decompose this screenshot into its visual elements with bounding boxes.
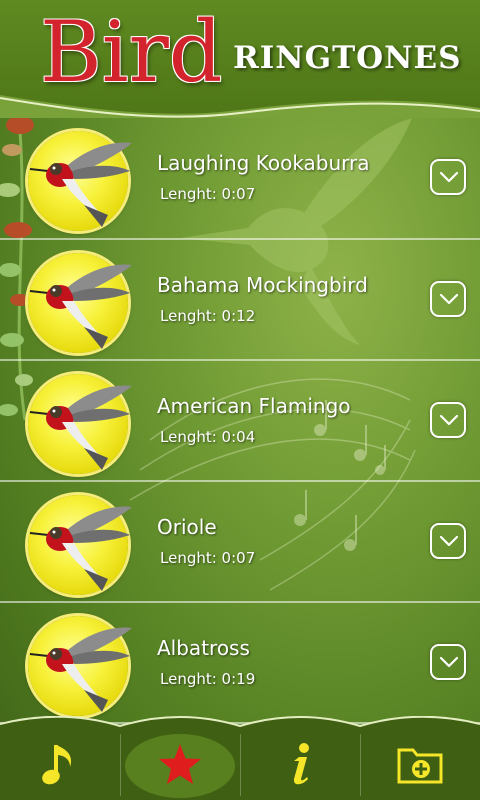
tab-add-folder[interactable] <box>360 728 480 800</box>
chevron-down-icon <box>439 656 459 668</box>
chevron-down-icon <box>439 414 459 426</box>
expand-button[interactable] <box>430 159 466 195</box>
hummingbird-avatar-icon <box>28 495 132 595</box>
ringtone-length: Lenght: 0:07 <box>160 549 256 567</box>
ringtone-row[interactable]: American Flamingo Lenght: 0:04 <box>0 361 480 482</box>
hummingbird-avatar-icon <box>28 131 132 231</box>
app-logo-bird: Bird <box>40 3 223 101</box>
expand-button[interactable] <box>430 523 466 559</box>
ringtone-title: American Flamingo <box>157 394 351 418</box>
chevron-down-icon <box>439 535 459 547</box>
ringtone-title: Oriole <box>157 515 217 539</box>
ringtone-title: Laughing Kookaburra <box>157 151 370 175</box>
bottom-navigation <box>0 716 480 800</box>
ringtone-list: Laughing Kookaburra Lenght: 0:07 Bahama … <box>0 118 480 724</box>
ringtone-row[interactable]: Laughing Kookaburra Lenght: 0:07 <box>0 118 480 240</box>
chevron-down-icon <box>439 293 459 305</box>
tab-info[interactable] <box>240 728 360 800</box>
expand-button[interactable] <box>430 281 466 317</box>
ringtone-row[interactable]: Bahama Mockingbird Lenght: 0:12 <box>0 240 480 361</box>
ringtone-length: Lenght: 0:07 <box>160 185 256 203</box>
ringtone-row[interactable]: Oriole Lenght: 0:07 <box>0 482 480 603</box>
ringtone-length: Lenght: 0:12 <box>160 307 256 325</box>
expand-button[interactable] <box>430 402 466 438</box>
app-screen: Bird RINGTONES Laughing Kookaburra Lengh… <box>0 0 480 800</box>
folder-add-icon <box>397 748 443 784</box>
hummingbird-avatar-icon <box>28 374 132 474</box>
hummingbird-avatar-icon <box>28 616 132 716</box>
hummingbird-avatar-icon <box>28 253 132 353</box>
app-header: Bird RINGTONES <box>0 0 480 118</box>
ringtone-title: Bahama Mockingbird <box>157 273 368 297</box>
ringtone-length: Lenght: 0:04 <box>160 428 256 446</box>
ringtone-title: Albatross <box>157 636 250 660</box>
chevron-down-icon <box>439 171 459 183</box>
app-logo-ringtones: RINGTONES <box>233 40 462 76</box>
ringtone-length: Lenght: 0:19 <box>160 670 256 688</box>
music-note-icon <box>42 745 72 785</box>
info-icon <box>293 743 309 785</box>
tab-favorites[interactable] <box>120 728 240 800</box>
star-icon <box>159 744 201 784</box>
ringtone-row[interactable]: Albatross Lenght: 0:19 <box>0 603 480 724</box>
expand-button[interactable] <box>430 644 466 680</box>
tab-ringtones[interactable] <box>0 728 120 800</box>
